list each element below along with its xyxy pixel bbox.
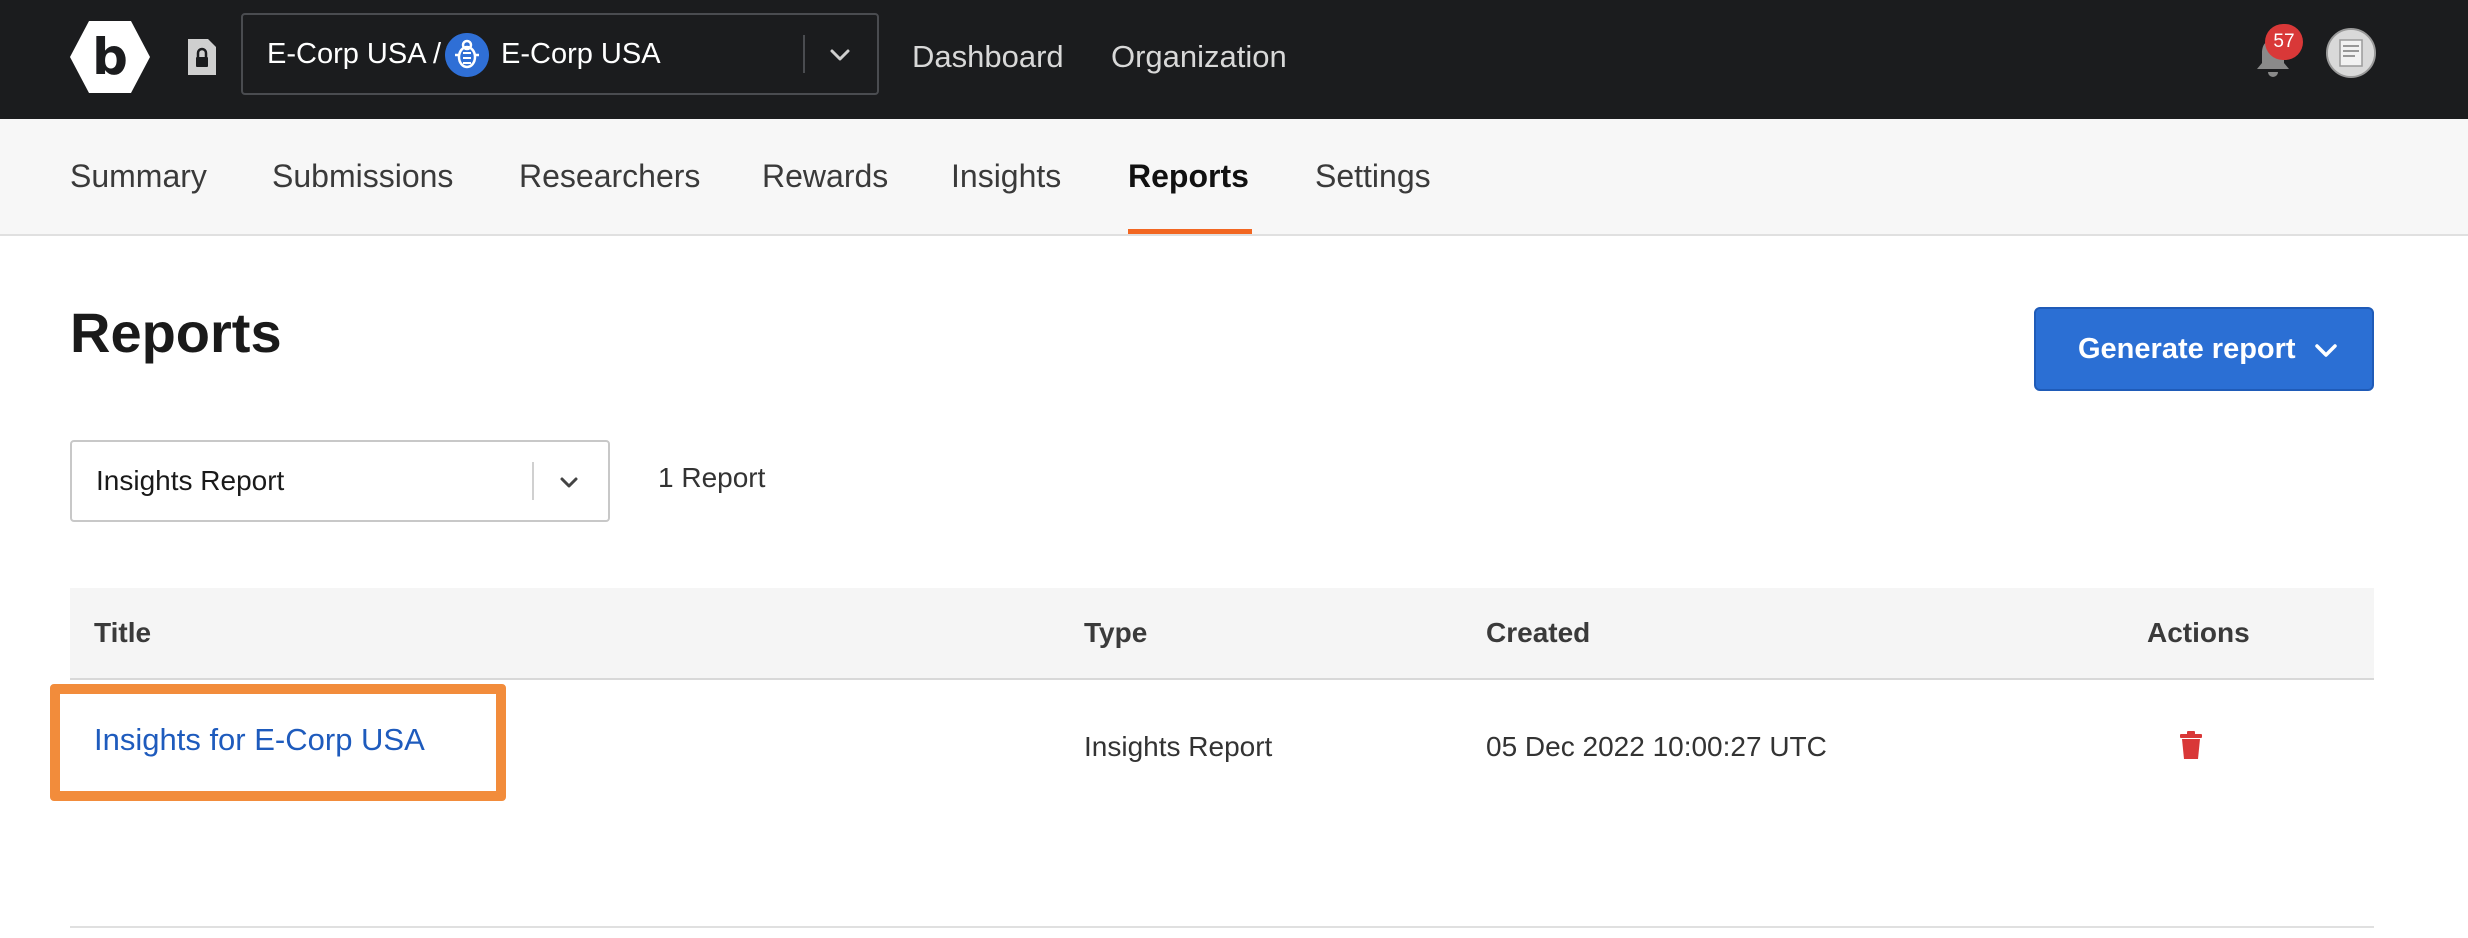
bug-program-icon bbox=[445, 33, 489, 77]
column-header-type[interactable]: Type bbox=[1084, 588, 1147, 678]
chevron-down-icon[interactable] bbox=[828, 43, 852, 67]
chevron-down-icon bbox=[2315, 344, 2337, 357]
report-type-filter[interactable]: Insights Report bbox=[70, 440, 610, 522]
report-type-cell: Insights Report bbox=[1084, 731, 1273, 762]
highlight-annotation-box bbox=[50, 684, 506, 801]
chevron-down-icon[interactable] bbox=[557, 470, 581, 494]
top-navigation-bar: b E-Corp USA / E-Corp USA Dashboard Orga… bbox=[0, 0, 2468, 119]
table-bottom-divider bbox=[70, 926, 2374, 928]
delete-trash-icon[interactable] bbox=[2180, 731, 2202, 759]
table-header: Title Type Created Actions bbox=[70, 588, 2374, 680]
nav-link-dashboard[interactable]: Dashboard bbox=[912, 0, 1064, 113]
report-count: 1 Report bbox=[658, 462, 766, 493]
column-header-actions: Actions bbox=[2147, 617, 2250, 648]
notification-count-badge[interactable]: 57 bbox=[2265, 24, 2303, 60]
program-tabs: Summary Submissions Researchers Rewards … bbox=[0, 119, 2468, 236]
column-header-title[interactable]: Title bbox=[94, 588, 151, 678]
report-created-cell: 05 Dec 2022 10:00:27 UTC bbox=[1486, 731, 1827, 762]
tab-researchers[interactable]: Researchers bbox=[519, 119, 700, 234]
page-title: Reports bbox=[70, 301, 282, 364]
generate-report-label: Generate report bbox=[2078, 333, 2296, 365]
user-avatar[interactable] bbox=[2326, 28, 2376, 78]
org-path: E-Corp USA / bbox=[267, 38, 442, 70]
nav-link-organization[interactable]: Organization bbox=[1111, 0, 1287, 113]
tab-reports[interactable]: Reports bbox=[1128, 119, 1249, 234]
document-lock-icon[interactable] bbox=[186, 37, 218, 77]
generate-report-button[interactable]: Generate report bbox=[2034, 307, 2374, 391]
organization-selector[interactable]: E-Corp USA / E-Corp USA bbox=[241, 13, 879, 95]
avatar-placeholder-icon bbox=[2328, 30, 2374, 76]
column-header-created[interactable]: Created bbox=[1486, 588, 1590, 678]
bugcrowd-logo-icon[interactable]: b bbox=[68, 19, 152, 95]
filter-divider bbox=[532, 462, 534, 500]
tab-rewards[interactable]: Rewards bbox=[762, 119, 888, 234]
tab-submissions[interactable]: Submissions bbox=[272, 119, 453, 234]
tab-settings[interactable]: Settings bbox=[1315, 119, 1431, 234]
report-type-value: Insights Report bbox=[96, 465, 285, 496]
svg-text:b: b bbox=[92, 28, 128, 86]
tab-insights[interactable]: Insights bbox=[951, 119, 1061, 234]
active-tab-indicator bbox=[1128, 229, 1252, 234]
selector-divider bbox=[803, 35, 805, 73]
tab-summary[interactable]: Summary bbox=[70, 119, 207, 234]
org-name: E-Corp USA bbox=[501, 38, 661, 70]
